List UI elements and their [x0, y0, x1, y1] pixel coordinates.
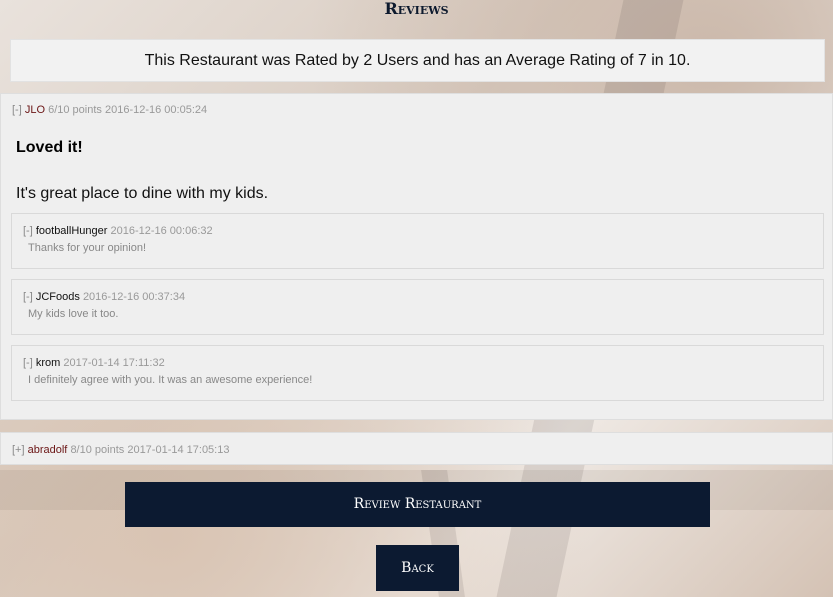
reply-username[interactable]: footballHunger — [36, 225, 108, 237]
expand-toggle[interactable]: [+] — [12, 444, 25, 456]
review-meta: [+] abradolf 8/10 points 2017-01-14 17:0… — [12, 444, 229, 456]
page-title: Reviews — [384, 0, 449, 18]
reply-meta: [-] JCFoods 2016-12-16 00:37:34 — [23, 291, 185, 303]
review-restaurant-button[interactable]: Review Restaurant — [125, 482, 710, 527]
back-button[interactable]: Back — [376, 545, 459, 591]
review-username[interactable]: JLO — [25, 104, 45, 116]
reply-card: [-] JCFoods 2016-12-16 00:37:34 My kids … — [11, 279, 824, 335]
reply-meta: [-] footballHunger 2016-12-16 00:06:32 — [23, 225, 213, 237]
rating-summary: This Restaurant was Rated by 2 Users and… — [10, 39, 825, 82]
review-card: [-] JLO 6/10 points 2016-12-16 00:05:24 … — [0, 93, 833, 420]
reply-meta: [-] krom 2017-01-14 17:11:32 — [23, 357, 165, 369]
collapse-toggle[interactable]: [-] — [12, 104, 22, 116]
reply-username[interactable]: krom — [36, 357, 60, 369]
collapse-toggle[interactable]: [-] — [23, 225, 33, 237]
reply-timestamp: 2016-12-16 00:37:34 — [82, 291, 186, 303]
review-timestamp: 2016-12-16 00:05:24 — [104, 104, 208, 116]
reply-timestamp: 2016-12-16 00:06:32 — [110, 225, 213, 237]
review-timestamp: 2017-01-14 17:05:13 — [127, 444, 230, 456]
reply-text: My kids love it too. — [28, 308, 119, 320]
reply-timestamp: 2017-01-14 17:11:32 — [63, 357, 165, 369]
reply-card: [-] footballHunger 2016-12-16 00:06:32 T… — [11, 213, 824, 269]
reply-card: [-] krom 2017-01-14 17:11:32 I definitel… — [11, 345, 824, 401]
review-meta: [-] JLO 6/10 points 2016-12-16 00:05:24 — [12, 104, 207, 116]
collapse-toggle[interactable]: [-] — [23, 357, 33, 369]
review-points: 8/10 points — [70, 444, 125, 456]
review-title: Loved it! — [16, 139, 83, 156]
review-body: It's great place to dine with my kids. — [16, 185, 269, 202]
reply-username[interactable]: JCFoods — [36, 291, 80, 303]
collapse-toggle[interactable]: [-] — [23, 291, 33, 303]
reply-text: I definitely agree with you. It was an a… — [28, 374, 313, 386]
review-card-collapsed: [+] abradolf 8/10 points 2017-01-14 17:0… — [0, 432, 833, 465]
review-username[interactable]: abradolf — [28, 444, 68, 456]
reply-text: Thanks for your opinion! — [28, 242, 147, 254]
review-points: 6/10 points — [48, 104, 102, 116]
